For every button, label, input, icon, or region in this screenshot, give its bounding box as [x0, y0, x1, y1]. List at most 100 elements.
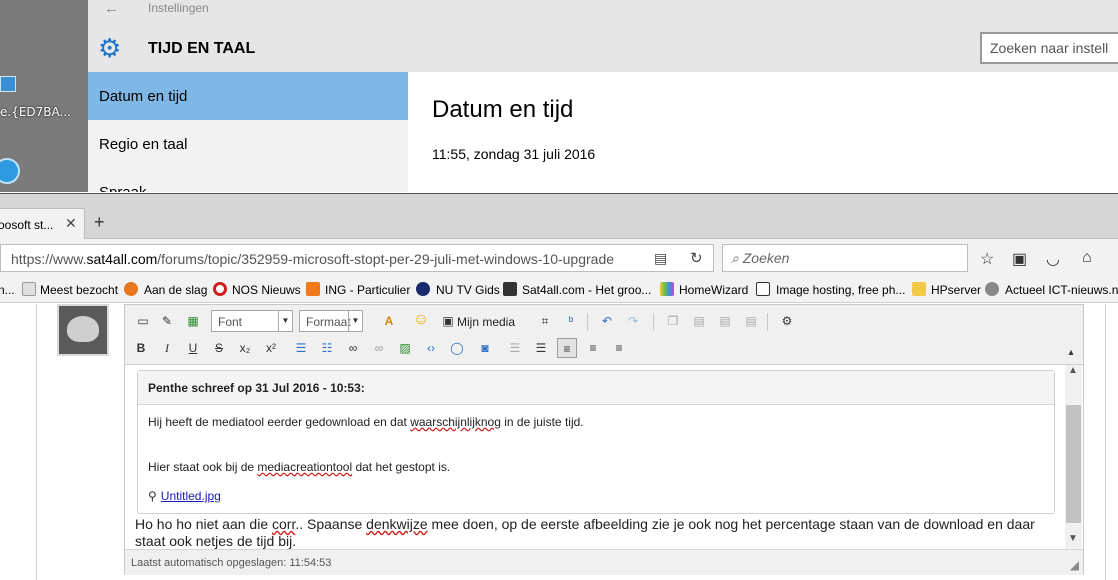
my-media-button[interactable]: Mijn media [457, 315, 515, 329]
chevron-down-icon: ▼ [278, 311, 292, 331]
undo-icon[interactable]: ↶ [597, 311, 617, 331]
paste-word-icon[interactable]: ▤ [715, 311, 735, 331]
bookmark-item[interactable]: Image hosting, free ph... [776, 283, 905, 297]
bold-icon[interactable]: B [131, 338, 151, 358]
table-icon[interactable]: ▦ [183, 311, 203, 331]
quote-text: Hij heeft de mediatool eerder gedownload… [148, 415, 411, 429]
subscript-icon[interactable]: x₂ [235, 338, 255, 358]
pocket-icon[interactable]: ◡ [1046, 249, 1060, 269]
paste-plain-icon[interactable]: ▤ [741, 311, 761, 331]
bookmark-item[interactable]: Sat4all.com - Het groo... [522, 283, 651, 297]
italic-icon[interactable]: I [157, 338, 177, 358]
align-left-icon[interactable]: ≡ [557, 338, 577, 358]
home-icon[interactable]: ⌂ [1082, 249, 1092, 267]
bookmark-item[interactable]: n... [0, 283, 15, 297]
settings-app-title: Instellingen [148, 1, 209, 15]
desktop-background: e.{ED7BA... [0, 0, 88, 192]
bookmark-item[interactable]: Aan de slag [144, 283, 207, 297]
forum-page: ▭ ✎ ▦ Font ▼ Formaat ▼ A ☺ ▣ Mijn media … [0, 304, 1118, 580]
url-path: /forums/topic/352959-microsoft-stopt-per… [157, 251, 615, 267]
sidebar-item-date-time[interactable]: Datum en tijd [88, 72, 408, 120]
bookmark-item[interactable]: NOS Nieuws [232, 283, 301, 297]
bookmark-item[interactable]: ING - Particulier [325, 283, 410, 297]
bookmark-item[interactable]: HPserver [931, 283, 981, 297]
attachment-link[interactable]: Untitled.jpg [161, 489, 221, 503]
clipboard-icon[interactable]: ▣ [1012, 249, 1027, 269]
paste-icon[interactable]: ▤ [689, 311, 709, 331]
scrollbar-thumb[interactable] [1066, 405, 1081, 523]
resize-grip-icon[interactable]: ◢ [1070, 558, 1079, 572]
current-date-time: 11:55, zondag 31 juli 2016 [432, 146, 596, 162]
underline-icon[interactable]: U [183, 338, 203, 358]
outdent-icon[interactable]: ☰ [505, 338, 525, 358]
editor-content-area[interactable]: Penthe schreef op 31 Jul 2016 - 10:53: H… [125, 365, 1083, 549]
reader-view-icon[interactable]: ▤ [654, 250, 667, 267]
bullet-list-icon[interactable]: ☰ [291, 338, 311, 358]
code-icon[interactable]: ‹› [421, 338, 441, 358]
replace-icon[interactable]: ᵇ [561, 311, 581, 331]
quote-text: dat het gestopt is. [352, 460, 451, 474]
settings-tools-icon[interactable]: ⚙ [777, 311, 797, 331]
copy-icon[interactable]: ❐ [663, 311, 683, 331]
scroll-down-icon[interactable]: ▼ [1068, 533, 1078, 544]
avatar[interactable] [57, 304, 109, 356]
numbered-list-icon[interactable]: ☷ [317, 338, 337, 358]
text-color-icon[interactable]: A [379, 311, 399, 331]
desktop-file-icon[interactable] [0, 76, 16, 92]
spelling-error: mediacreationtool [257, 460, 353, 474]
indent-icon[interactable]: ☰ [531, 338, 551, 358]
spelling-error: corr [272, 516, 296, 532]
spelling-error: waarschijnlijknog [410, 415, 501, 429]
toolbar-separator [587, 313, 588, 331]
settings-section-title: TIJD EN TAAL [148, 40, 256, 57]
spelling-error: denkwijze [366, 516, 428, 532]
bookmark-star-icon[interactable]: ☆ [980, 249, 994, 269]
collapse-toolbar-icon[interactable]: ▴ [1061, 343, 1081, 363]
redo-icon[interactable]: ↷ [623, 311, 643, 331]
align-right-icon[interactable]: ≡ [609, 338, 629, 358]
font-select[interactable]: Font ▼ [211, 310, 293, 332]
align-center-icon[interactable]: ≡ [583, 338, 603, 358]
desktop-icon-label[interactable]: e.{ED7BA... [0, 105, 71, 119]
paperclip-icon: ⚲ [148, 489, 157, 503]
reload-icon[interactable]: ↻ [690, 249, 703, 267]
bookmark-item[interactable]: HomeWizard [679, 283, 748, 297]
bookmark-item[interactable]: Meest bezocht [40, 283, 118, 297]
bookmark-item[interactable]: Actueel ICT-nieuws.n [1005, 283, 1118, 297]
superscript-icon[interactable]: x² [261, 338, 281, 358]
scroll-up-icon[interactable]: ▲ [1068, 365, 1078, 376]
format-select[interactable]: Formaat ▼ [299, 310, 363, 332]
unlink-icon[interactable]: ∞ [369, 338, 389, 358]
nos-icon [213, 282, 227, 296]
eraser-icon[interactable]: ✎ [157, 311, 177, 331]
quote-text: in de juiste tijd. [500, 415, 584, 429]
url-prefix: https://www. [11, 251, 87, 267]
url-input[interactable]: https://www.sat4all.com/forums/topic/352… [0, 244, 714, 272]
sidebar-item-region-language[interactable]: Regio en taal [88, 120, 408, 168]
media-icon[interactable]: ▣ [438, 311, 458, 331]
page-title: Datum en tijd [432, 96, 574, 123]
ing-icon [306, 282, 320, 296]
quote-bubble-icon[interactable]: ◯ [447, 338, 467, 358]
browser-window: oosoft st... ✕ + https://www.sat4all.com… [0, 193, 1118, 580]
toolbar-separator [653, 313, 654, 331]
back-arrow-icon[interactable]: ← [104, 0, 119, 17]
strikethrough-icon[interactable]: S [209, 338, 229, 358]
binoculars-icon[interactable]: ⌗ [535, 311, 555, 331]
bookmark-item[interactable]: NU TV Gids [436, 283, 500, 297]
sidebar-item-speech[interactable]: Spraak [88, 168, 408, 192]
new-tab-button[interactable]: + [94, 212, 105, 233]
link-icon[interactable]: ∞ [343, 338, 363, 358]
embed-icon[interactable]: ◙ [475, 338, 495, 358]
browser-search-input[interactable]: ⌕ Zoeken [722, 244, 968, 272]
emoticon-icon[interactable]: ☺ [411, 310, 431, 330]
tab-active[interactable]: oosoft st... ✕ [0, 208, 85, 239]
settings-search-input[interactable]: Zoeken naar instell [980, 32, 1118, 64]
editor-scrollbar[interactable]: ▲ ▼ [1065, 365, 1082, 549]
paste-text-icon[interactable]: ▭ [133, 311, 153, 331]
close-tab-icon[interactable]: ✕ [65, 215, 77, 232]
desktop-app-icon[interactable] [0, 158, 20, 184]
search-icon: ⌕ [731, 250, 743, 266]
image-icon[interactable]: ▨ [395, 338, 415, 358]
bookmarks-bar: n... Meest bezocht Aan de slag NOS Nieuw… [0, 277, 1118, 303]
